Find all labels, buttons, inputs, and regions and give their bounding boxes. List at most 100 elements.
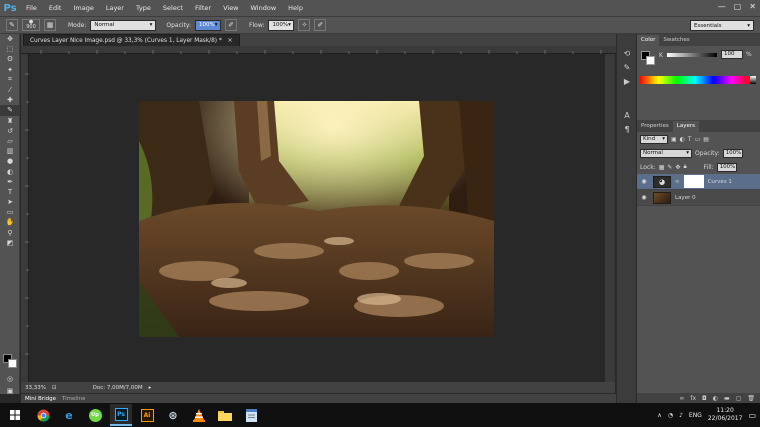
canvas-area[interactable] [29,54,605,382]
eraser-tool-icon[interactable]: ▱ [0,136,20,146]
document-tab[interactable]: Curves Layer Nice Image.psd @ 33,3% (Cur… [23,34,240,46]
healing-brush-tool-icon[interactable]: ✚ [0,95,20,105]
link-layers-icon[interactable]: ∞ [679,395,684,402]
quick-selection-tool-icon[interactable]: ✦ [0,65,20,75]
pressure-opacity-icon[interactable]: ✐ [225,19,238,31]
dodge-tool-icon[interactable]: ◐ [0,166,20,176]
crop-tool-icon[interactable]: ⌗ [0,75,20,85]
shape-filter-icon[interactable]: ▭ [695,136,701,143]
color-bg-swatch[interactable] [646,56,655,65]
new-layer-icon[interactable]: ▢ [736,395,742,402]
adjustment-filter-icon[interactable]: ◐ [680,136,685,143]
menu-select[interactable]: Select [157,0,189,16]
layer-kind-select[interactable]: Kind ▾ [640,134,668,144]
menu-layer[interactable]: Layer [100,0,130,16]
fill-input[interactable]: 100% [716,162,737,172]
gradient-tool-icon[interactable]: ▥ [0,146,20,156]
smart-object-filter-icon[interactable]: ▤ [703,136,709,143]
brush-presets-icon[interactable]: ✎ [617,60,637,74]
lasso-tool-icon[interactable]: ʘ [0,54,20,64]
vlc-icon[interactable] [188,404,210,426]
tab-mini-bridge[interactable]: Mini Bridge [25,396,56,402]
workspace-select[interactable]: Essentials ▾ [690,20,754,31]
hand-tool-icon[interactable]: ✋ [0,217,20,227]
color-spectrum-bar[interactable] [640,76,750,84]
tab-timeline[interactable]: Timeline [62,396,85,402]
lock-pixels-icon[interactable]: ✎ [667,164,672,171]
close-window-button[interactable]: ✕ [749,2,756,11]
status-info-icon[interactable]: ⊡ [52,385,57,391]
layer-mask-thumbnail[interactable] [683,175,704,188]
layer-opacity-input[interactable]: 100% [722,148,743,158]
shape-tool-icon[interactable]: ▭ [0,207,20,217]
visibility-eye-icon[interactable]: ◉ [639,178,649,185]
chrome-icon[interactable] [32,404,54,426]
vertical-ruler[interactable] [21,54,29,382]
paragraph-panel-icon[interactable]: ¶ [617,122,637,136]
clone-stamp-tool-icon[interactable]: ♜ [0,116,20,126]
upwork-icon[interactable]: Up [84,404,106,426]
new-adjustment-icon[interactable]: ◐ [713,395,718,402]
character-panel-icon[interactable]: A [617,108,637,122]
brush-tool-icon[interactable]: ✎ [0,105,20,116]
trash-icon[interactable]: 🗑︎ [747,395,755,402]
zoom-level[interactable]: 33,33% [25,385,46,391]
tray-chevron-up-icon[interactable]: ∧ [657,412,661,419]
layer-row-curves[interactable]: ◉ ◕ ∞ Curves 1 [637,174,760,190]
quick-mask-icon[interactable]: ◎ [0,374,20,384]
menu-help[interactable]: Help [282,0,309,16]
history-brush-tool-icon[interactable]: ↺ [0,126,20,136]
k-value-input[interactable]: 100 [721,50,743,59]
illustrator-icon[interactable]: Ai [136,404,158,426]
blend-mode-select[interactable]: Normal ▾ [640,148,692,158]
lock-transparent-icon[interactable]: ▦ [659,164,665,171]
vertical-scrollbar[interactable] [605,54,615,382]
maximize-button[interactable]: ▢ [734,2,742,11]
type-tool-icon[interactable]: T [0,187,20,197]
explorer-icon[interactable] [214,404,236,426]
brush-size-picker[interactable]: ● 900 [22,19,40,31]
visibility-eye-icon[interactable]: ◉ [639,194,649,201]
tab-properties[interactable]: Properties [637,121,673,132]
actions-panel-icon[interactable]: ▶ [617,74,637,88]
tab-color[interactable]: Color [637,35,660,46]
pressure-size-icon[interactable]: ✐ [314,19,327,31]
path-selection-tool-icon[interactable]: ➤ [0,197,20,207]
photoshop-icon[interactable]: Ps [110,404,132,426]
background-color-swatch[interactable] [8,359,17,368]
menu-window[interactable]: Window [245,0,283,16]
add-mask-icon[interactable]: ◘ [702,395,707,402]
new-group-icon[interactable]: ▬ [724,395,730,402]
lock-position-icon[interactable]: ✥ [675,164,680,171]
notifications-icon[interactable]: ▭ [748,411,756,420]
menu-file[interactable]: File [20,0,43,16]
language-indicator[interactable]: ENG [689,412,702,419]
pixel-filter-icon[interactable]: ▣ [671,136,677,143]
opacity-input[interactable]: 100% ▾ [195,19,222,31]
forest-roots-image[interactable] [139,101,494,337]
menu-filter[interactable]: Filter [189,0,217,16]
eyedropper-tool-icon[interactable]: ⁄ [0,85,20,95]
marquee-tool-icon[interactable]: ⬚ [0,44,20,54]
history-panel-icon[interactable]: ⟲ [617,46,637,60]
minimize-button[interactable]: — [718,2,726,11]
status-menu-arrow-icon[interactable]: ▸ [149,385,152,391]
tab-layers[interactable]: Layers [672,121,699,132]
steam-icon[interactable]: ⊛ [162,404,184,426]
pen-tool-icon[interactable]: ✒ [0,177,20,187]
menu-edit[interactable]: Edit [43,0,68,16]
brush-panel-icon[interactable]: ▦ [44,19,56,31]
move-tool-icon[interactable]: ✥ [0,34,20,44]
link-chain-icon[interactable]: ∞ [675,179,680,185]
blur-tool-icon[interactable]: ● [0,156,20,166]
horizontal-ruler[interactable] [21,46,635,54]
type-filter-icon[interactable]: T [688,136,692,143]
brush-tool-preset-icon[interactable]: ✎ [6,19,18,31]
windows-start-icon[interactable] [2,404,28,426]
menu-type[interactable]: Type [130,0,157,16]
flow-input[interactable]: 100% ▾ [268,19,295,31]
zoom-tool-icon[interactable]: ⚲ [0,228,20,238]
menu-image[interactable]: Image [67,0,99,16]
lock-all-icon[interactable]: 🔒︎ [683,163,686,171]
notepad-icon[interactable] [240,404,262,426]
